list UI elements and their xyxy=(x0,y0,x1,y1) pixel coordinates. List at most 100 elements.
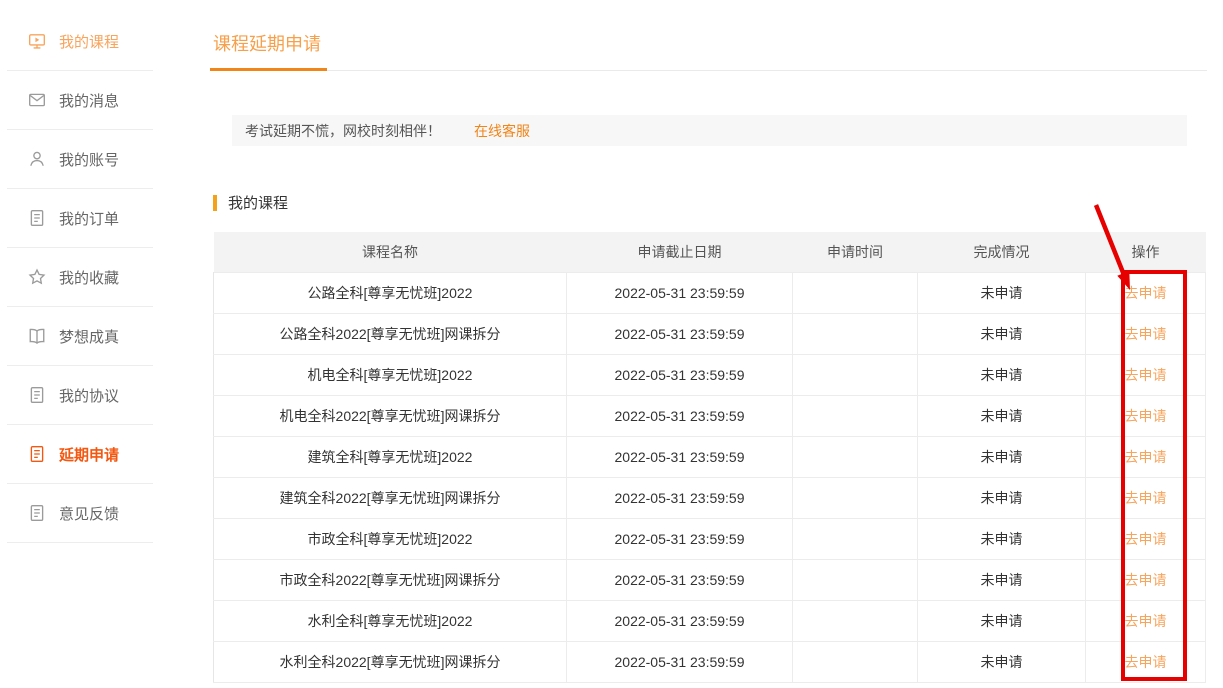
star-icon xyxy=(28,268,46,286)
sidebar-item-label: 延期申请 xyxy=(59,444,119,465)
apply-time-cell xyxy=(793,518,918,559)
sidebar-item-extension-application[interactable]: 延期申请 xyxy=(7,425,153,484)
document-icon xyxy=(28,445,46,463)
operation-cell: 去申请 xyxy=(1086,272,1206,313)
go-apply-link[interactable]: 去申请 xyxy=(1125,572,1167,588)
course-name-cell: 市政全科2022[尊享无忧班]网课拆分 xyxy=(214,559,567,600)
operation-cell: 去申请 xyxy=(1086,354,1206,395)
course-name-cell: 水利全科[尊享无忧班]2022 xyxy=(214,600,567,641)
document-icon xyxy=(28,386,46,404)
go-apply-link[interactable]: 去申请 xyxy=(1125,490,1167,506)
status-cell: 未申请 xyxy=(918,354,1086,395)
sidebar-item-dreams-come-true[interactable]: 梦想成真 xyxy=(7,307,153,366)
deadline-cell: 2022-05-31 23:59:59 xyxy=(567,313,793,354)
header-divider xyxy=(210,70,1207,71)
course-name-cell: 机电全科[尊享无忧班]2022 xyxy=(214,354,567,395)
sidebar-item-label: 我的消息 xyxy=(59,90,119,111)
sidebar-item-label: 梦想成真 xyxy=(59,326,119,347)
operation-cell: 去申请 xyxy=(1086,559,1206,600)
sidebar-item-label: 我的账号 xyxy=(59,149,119,170)
header-course-name: 课程名称 xyxy=(214,232,567,272)
table-row: 水利全科2022[尊享无忧班]网课拆分 2022-05-31 23:59:59 … xyxy=(214,641,1206,682)
tab-course-extension-application[interactable]: 课程延期申请 xyxy=(213,30,321,56)
courses-table: 课程名称 申请截止日期 申请时间 完成情况 操作 公路全科[尊享无忧班]2022… xyxy=(213,232,1206,683)
go-apply-link[interactable]: 去申请 xyxy=(1125,367,1167,383)
header-completion-status: 完成情况 xyxy=(918,232,1086,272)
sidebar-item-my-favorites[interactable]: 我的收藏 xyxy=(7,248,153,307)
document-icon xyxy=(28,504,46,522)
sidebar-item-label: 我的课程 xyxy=(59,31,119,52)
table-row: 市政全科[尊享无忧班]2022 2022-05-31 23:59:59 未申请 … xyxy=(214,518,1206,559)
deadline-cell: 2022-05-31 23:59:59 xyxy=(567,559,793,600)
go-apply-link[interactable]: 去申请 xyxy=(1125,285,1167,301)
sidebar-item-label: 意见反馈 xyxy=(59,503,119,524)
go-apply-link[interactable]: 去申请 xyxy=(1125,326,1167,342)
go-apply-link[interactable]: 去申请 xyxy=(1125,654,1167,670)
status-cell: 未申请 xyxy=(918,641,1086,682)
online-service-link[interactable]: 在线客服 xyxy=(474,121,530,141)
table-row: 市政全科2022[尊享无忧班]网课拆分 2022-05-31 23:59:59 … xyxy=(214,559,1206,600)
apply-time-cell xyxy=(793,354,918,395)
status-cell: 未申请 xyxy=(918,395,1086,436)
header-deadline: 申请截止日期 xyxy=(567,232,793,272)
operation-cell: 去申请 xyxy=(1086,518,1206,559)
deadline-cell: 2022-05-31 23:59:59 xyxy=(567,641,793,682)
table-row: 公路全科[尊享无忧班]2022 2022-05-31 23:59:59 未申请 … xyxy=(214,272,1206,313)
operation-cell: 去申请 xyxy=(1086,313,1206,354)
apply-time-cell xyxy=(793,559,918,600)
go-apply-link[interactable]: 去申请 xyxy=(1125,531,1167,547)
sidebar-item-label: 我的收藏 xyxy=(59,267,119,288)
deadline-cell: 2022-05-31 23:59:59 xyxy=(567,436,793,477)
monitor-play-icon xyxy=(28,32,46,50)
go-apply-link[interactable]: 去申请 xyxy=(1125,449,1167,465)
status-cell: 未申请 xyxy=(918,600,1086,641)
header-apply-time: 申请时间 xyxy=(793,232,918,272)
sidebar-item-feedback[interactable]: 意见反馈 xyxy=(7,484,153,543)
operation-cell: 去申请 xyxy=(1086,641,1206,682)
document-icon xyxy=(28,209,46,227)
apply-time-cell xyxy=(793,313,918,354)
apply-time-cell xyxy=(793,272,918,313)
operation-cell: 去申请 xyxy=(1086,477,1206,518)
table-row: 水利全科[尊享无忧班]2022 2022-05-31 23:59:59 未申请 … xyxy=(214,600,1206,641)
course-name-cell: 公路全科[尊享无忧班]2022 xyxy=(214,272,567,313)
sidebar-item-my-orders[interactable]: 我的订单 xyxy=(7,189,153,248)
open-book-icon xyxy=(28,327,46,345)
table-row: 公路全科2022[尊享无忧班]网课拆分 2022-05-31 23:59:59 … xyxy=(214,313,1206,354)
table-row: 建筑全科2022[尊享无忧班]网课拆分 2022-05-31 23:59:59 … xyxy=(214,477,1206,518)
notice-text: 考试延期不慌，网校时刻相伴！ xyxy=(245,121,441,141)
apply-time-cell xyxy=(793,436,918,477)
sidebar-item-my-agreements[interactable]: 我的协议 xyxy=(7,366,153,425)
operation-cell: 去申请 xyxy=(1086,395,1206,436)
deadline-cell: 2022-05-31 23:59:59 xyxy=(567,395,793,436)
status-cell: 未申请 xyxy=(918,272,1086,313)
go-apply-link[interactable]: 去申请 xyxy=(1125,613,1167,629)
go-apply-link[interactable]: 去申请 xyxy=(1125,408,1167,424)
deadline-cell: 2022-05-31 23:59:59 xyxy=(567,272,793,313)
section-title: 我的课程 xyxy=(228,192,288,213)
section-accent-bar xyxy=(213,195,217,211)
deadline-cell: 2022-05-31 23:59:59 xyxy=(567,518,793,559)
sidebar-item-my-messages[interactable]: 我的消息 xyxy=(7,71,153,130)
course-name-cell: 机电全科2022[尊享无忧班]网课拆分 xyxy=(214,395,567,436)
notice-bar: 考试延期不慌，网校时刻相伴！ 在线客服 xyxy=(232,115,1187,146)
sidebar-item-my-account[interactable]: 我的账号 xyxy=(7,130,153,189)
table-row: 机电全科2022[尊享无忧班]网课拆分 2022-05-31 23:59:59 … xyxy=(214,395,1206,436)
tab-active-underline xyxy=(210,68,327,71)
status-cell: 未申请 xyxy=(918,477,1086,518)
deadline-cell: 2022-05-31 23:59:59 xyxy=(567,600,793,641)
course-name-cell: 市政全科[尊享无忧班]2022 xyxy=(214,518,567,559)
section-my-courses: 我的课程 xyxy=(213,192,288,213)
status-cell: 未申请 xyxy=(918,518,1086,559)
sidebar-item-my-courses[interactable]: 我的课程 xyxy=(7,12,153,71)
status-cell: 未申请 xyxy=(918,313,1086,354)
sidebar-item-label: 我的订单 xyxy=(59,208,119,229)
table-header-row: 课程名称 申请截止日期 申请时间 完成情况 操作 xyxy=(214,232,1206,272)
apply-time-cell xyxy=(793,395,918,436)
sidebar-item-label: 我的协议 xyxy=(59,385,119,406)
status-cell: 未申请 xyxy=(918,436,1086,477)
header-operation: 操作 xyxy=(1086,232,1206,272)
apply-time-cell xyxy=(793,477,918,518)
deadline-cell: 2022-05-31 23:59:59 xyxy=(567,354,793,395)
envelope-icon xyxy=(28,91,46,109)
